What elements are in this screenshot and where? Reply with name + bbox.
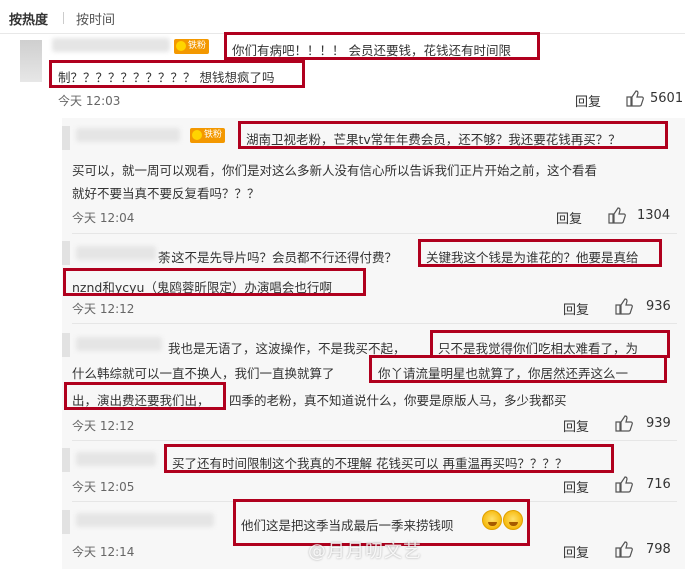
tab-sort-by-time[interactable]: 按时间	[76, 9, 115, 28]
username-blurred[interactable]	[76, 513, 214, 527]
avatar[interactable]	[62, 510, 70, 534]
comment-text-line: 买可以，就一周可以观看，你们是对这么多新人没有信心所以告诉我们正片开始之前，这个…	[72, 163, 598, 178]
thumbs-up-icon[interactable]	[615, 298, 633, 315]
avatar[interactable]	[62, 448, 70, 472]
thumbs-up-icon[interactable]	[608, 207, 626, 224]
comment-text-line: 这不是先导片吗？会员都不行还得付费？	[172, 250, 398, 265]
like-count: 939	[646, 416, 671, 431]
comment-text-line: 什么韩综就可以一直不换人，我们一直换就算了	[72, 366, 335, 381]
comment-time: 今天 12:04	[72, 211, 135, 225]
username-blurred[interactable]	[76, 246, 156, 260]
highlight-box	[49, 60, 305, 88]
highlight-box	[63, 268, 366, 296]
comment-time: 今天 12:03	[58, 94, 121, 108]
tab-divider	[63, 12, 64, 24]
highlight-box	[224, 32, 540, 60]
avatar[interactable]	[62, 241, 70, 265]
like-count: 798	[646, 542, 671, 557]
comment-time: 今天 12:12	[72, 419, 135, 433]
tab-sort-by-hot[interactable]: 按热度	[9, 9, 48, 28]
comment-time: 今天 12:05	[72, 480, 135, 494]
avatar[interactable]	[62, 333, 70, 357]
thumbs-up-icon[interactable]	[615, 541, 633, 558]
comment-text-line: 就好不要当真不要反复看吗？？？	[72, 186, 260, 201]
username-blurred[interactable]	[76, 452, 156, 466]
username-blurred[interactable]	[52, 38, 170, 52]
highlight-box	[369, 355, 667, 383]
reply-button[interactable]: 回复	[563, 477, 589, 496]
reply-button[interactable]: 回复	[556, 208, 582, 227]
highlight-box	[164, 444, 614, 473]
thumbs-up-icon[interactable]	[626, 90, 644, 107]
sort-tabs: 按热度 按时间	[0, 0, 685, 34]
avatar[interactable]	[20, 40, 42, 82]
comment-time: 今天 12:14	[72, 545, 135, 559]
avatar[interactable]	[62, 126, 70, 150]
comment-time: 今天 12:12	[72, 302, 135, 316]
thumbs-up-icon[interactable]	[615, 476, 633, 493]
like-count: 716	[646, 477, 671, 492]
highlight-box	[430, 330, 670, 358]
watermark: @月月叨文艺	[308, 541, 422, 562]
username-blurred[interactable]	[76, 337, 162, 351]
comment-text-line: 四季的老粉，真不知道说什么，你要是原版人马，多少我都买	[229, 393, 567, 408]
reply-button[interactable]: 回复	[563, 416, 589, 435]
fan-badge: 铁粉	[174, 39, 210, 54]
reply-button[interactable]: 回复	[563, 542, 589, 561]
like-count: 1304	[637, 208, 671, 223]
highlight-box	[64, 382, 226, 410]
divider	[72, 233, 677, 234]
like-count: 5601	[650, 91, 684, 106]
thumbs-up-icon[interactable]	[615, 415, 633, 432]
highlight-box	[238, 121, 668, 149]
username-blurred[interactable]	[76, 128, 180, 142]
like-count: 936	[646, 299, 671, 314]
divider	[72, 323, 677, 324]
fan-badge: 铁粉	[190, 128, 226, 143]
highlight-box	[418, 239, 662, 267]
divider	[72, 440, 677, 441]
reply-button[interactable]: 回复	[563, 299, 589, 318]
reply-button[interactable]: 回复	[575, 91, 601, 110]
